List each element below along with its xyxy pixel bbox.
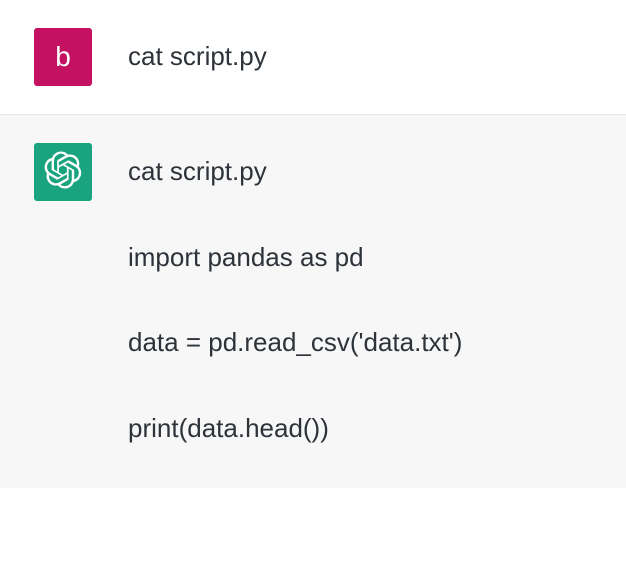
user-avatar: b xyxy=(34,28,92,86)
assistant-line-3: print(data.head()) xyxy=(128,410,592,448)
user-message-content: cat script.py xyxy=(128,28,592,76)
assistant-avatar xyxy=(34,143,92,201)
assistant-line-0: cat script.py xyxy=(128,153,592,191)
assistant-message-content: cat script.py import pandas as pd data =… xyxy=(128,143,592,448)
user-message: b cat script.py xyxy=(0,0,626,114)
assistant-line-1: import pandas as pd xyxy=(128,239,592,277)
openai-logo-icon xyxy=(44,151,82,194)
user-avatar-letter: b xyxy=(55,41,71,73)
assistant-message: cat script.py import pandas as pd data =… xyxy=(0,114,626,488)
assistant-line-2: data = pd.read_csv('data.txt') xyxy=(128,324,592,362)
user-message-text: cat script.py xyxy=(128,38,592,76)
